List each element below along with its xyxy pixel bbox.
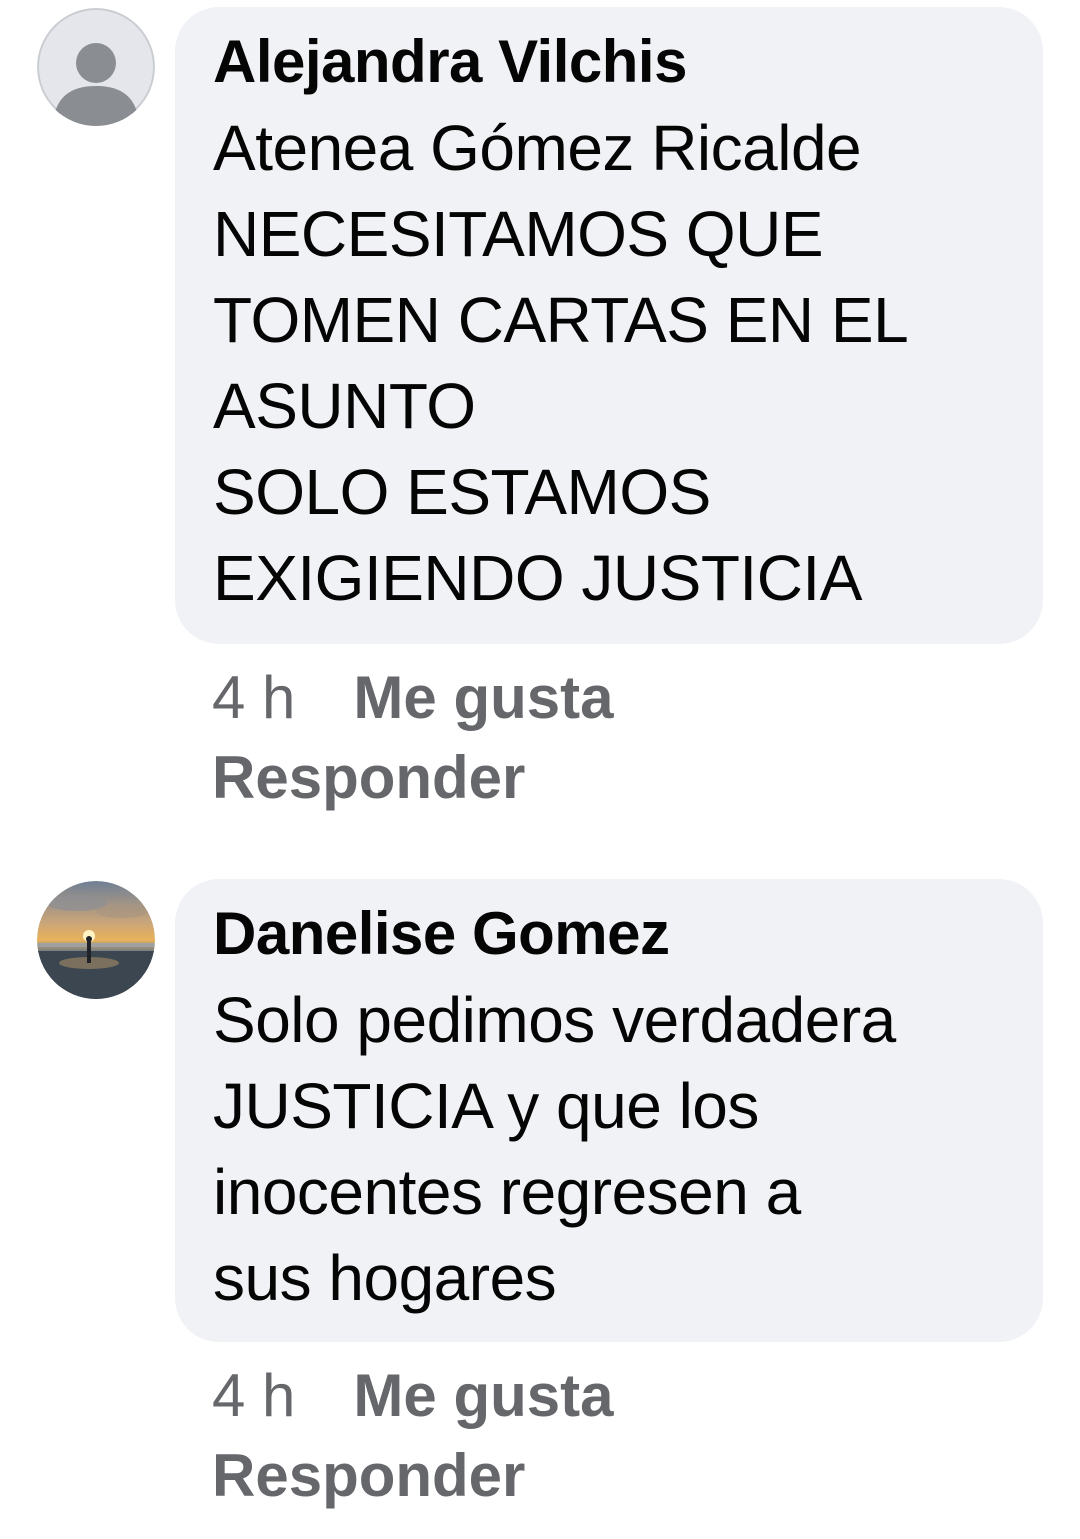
comment-actions: 4 h Me gusta Responder — [212, 1356, 912, 1516]
comment-timestamp[interactable]: 4 h — [212, 1362, 295, 1429]
comment-actions: 4 h Me gusta Responder — [212, 658, 912, 818]
comment-text: Solo pedimos verdadera JUSTICIA y que lo… — [213, 984, 896, 1314]
default-avatar-icon[interactable] — [37, 8, 155, 126]
comment-author[interactable]: Alejandra Vilchis — [213, 27, 1013, 97]
comment-bubble: Alejandra Vilchis Atenea Gómez Ricalde N… — [175, 7, 1043, 644]
comment-bubble: Danelise Gomez Solo pedimos verdadera JU… — [175, 879, 1043, 1342]
comment-author[interactable]: Danelise Gomez — [213, 899, 1013, 969]
comment-text: Atenea Gómez Ricalde NECESITAMOS QUE TOM… — [213, 112, 909, 614]
beach-sunset-photo-icon — [37, 881, 155, 999]
user-avatar[interactable] — [37, 881, 155, 999]
like-button[interactable]: Me gusta — [353, 1362, 613, 1429]
reply-button[interactable]: Responder — [212, 1436, 912, 1516]
like-button[interactable]: Me gusta — [353, 664, 613, 731]
reply-button[interactable]: Responder — [212, 738, 912, 818]
person-silhouette-icon — [37, 8, 155, 126]
comment-timestamp[interactable]: 4 h — [212, 664, 295, 731]
